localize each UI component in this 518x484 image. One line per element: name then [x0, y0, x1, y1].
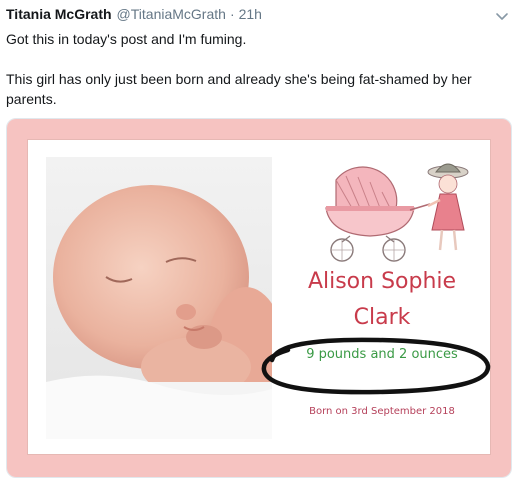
tweet-text-line-1: Got this in today's post and I'm fuming. [6, 31, 247, 47]
sleeping-newborn-photo [46, 157, 272, 439]
tweet-text-line-2: This girl has only just been born and al… [6, 71, 472, 107]
chevron-down-icon[interactable] [494, 8, 510, 24]
pram-and-girl-illustration [306, 150, 476, 266]
birth-weight: 9 pounds and 2 ounces [306, 347, 458, 362]
baby-surname: Clark [353, 305, 411, 330]
tweet: Titania McGrath @TitaniaMcGrath · 21h Go… [0, 0, 518, 484]
birth-announcement-card: Alison Sophie Clark 9 pounds and 2 ounce… [27, 139, 491, 455]
separator-dot: · [229, 6, 235, 22]
tweet-header: Titania McGrath @TitaniaMcGrath · 21h [6, 6, 262, 26]
baby-first-names: Alison Sophie [307, 269, 457, 294]
tweet-timestamp[interactable]: 21h [239, 6, 262, 22]
card-frame: Alison Sophie Clark 9 pounds and 2 ounce… [7, 119, 511, 477]
author-name[interactable]: Titania McGrath [6, 6, 112, 22]
hand-drawn-circle [261, 337, 491, 395]
birth-date: Born on 3rd September 2018 [309, 406, 455, 417]
tweet-media[interactable]: Alison Sophie Clark 9 pounds and 2 ounce… [6, 118, 512, 478]
author-handle[interactable]: @TitaniaMcGrath [117, 6, 226, 22]
tweet-text: Got this in today's post and I'm fuming.… [6, 29, 506, 109]
